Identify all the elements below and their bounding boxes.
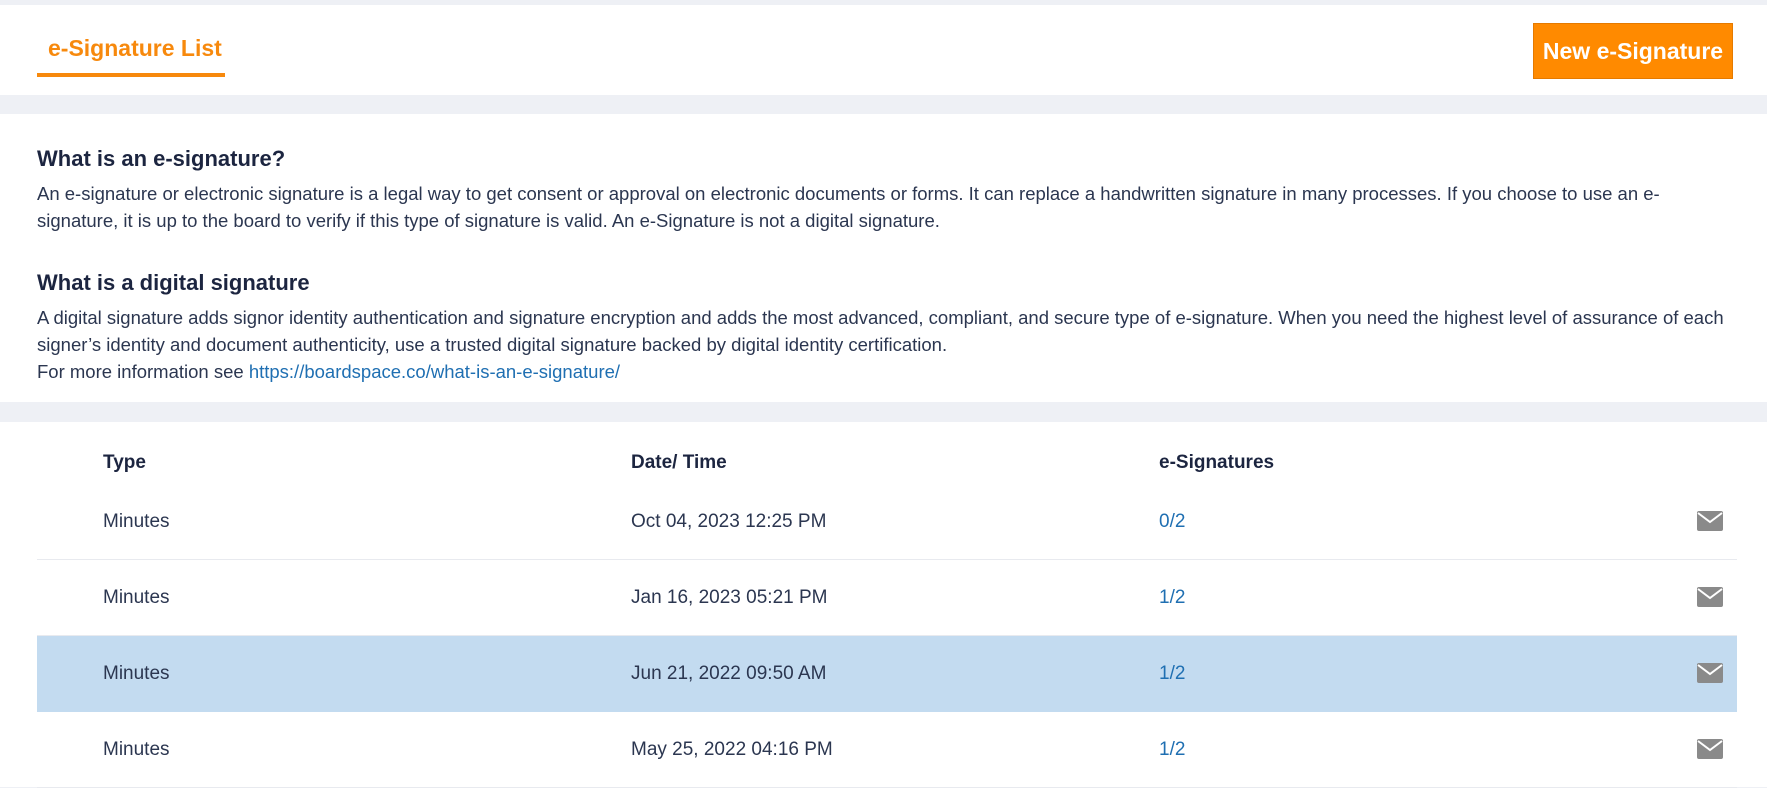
row-datetime: Oct 04, 2023 12:25 PM <box>631 511 827 532</box>
row-signatures-link[interactable]: 1/2 <box>1159 560 1185 636</box>
row-type: Minutes <box>103 663 170 684</box>
row-signatures-link[interactable]: 1/2 <box>1159 712 1185 788</box>
table-row-selected[interactable]: Minutes Jun 21, 2022 09:50 AM 1/2 <box>37 636 1737 712</box>
envelope-icon[interactable] <box>1697 739 1723 759</box>
digital-signature-heading: What is a digital signature <box>37 270 310 295</box>
row-type: Minutes <box>103 739 170 760</box>
esignature-heading: What is an e-signature? <box>37 146 286 171</box>
tab-label: e-Signature List <box>48 35 222 61</box>
envelope-icon[interactable] <box>1697 587 1723 607</box>
info-panel: What is an e-signature? An e-signature o… <box>0 114 1767 402</box>
row-signatures-link[interactable]: 1/2 <box>1159 636 1185 712</box>
table-row[interactable]: Minutes Oct 04, 2023 12:25 PM 0/2 <box>37 484 1737 560</box>
new-esignature-button[interactable]: New e-Signature <box>1533 23 1733 79</box>
row-datetime: Jan 16, 2023 05:21 PM <box>631 587 828 608</box>
esignature-table: Type Date/ Time e-Signatures Minutes Oct… <box>0 422 1767 788</box>
envelope-icon[interactable] <box>1697 663 1723 683</box>
tab-esignature-list[interactable]: e-Signature List <box>37 5 225 77</box>
column-header-datetime[interactable]: Date/ Time <box>631 452 727 474</box>
table-row[interactable]: Minutes Jan 16, 2023 05:21 PM 1/2 <box>37 560 1737 636</box>
page-header: e-Signature List New e-Signature <box>0 5 1767 95</box>
more-info-prefix: For more information see <box>37 361 249 382</box>
row-type: Minutes <box>103 511 170 532</box>
column-header-type[interactable]: Type <box>103 452 146 474</box>
more-info-link[interactable]: https://boardspace.co/what-is-an-e-signa… <box>249 361 620 382</box>
row-type: Minutes <box>103 587 170 608</box>
row-datetime: May 25, 2022 04:16 PM <box>631 739 833 760</box>
row-signatures-link[interactable]: 0/2 <box>1159 484 1185 560</box>
esignature-description: An e-signature or electronic signature i… <box>37 183 1660 231</box>
envelope-icon[interactable] <box>1697 511 1723 531</box>
digital-signature-description: A digital signature adds signor identity… <box>37 307 1724 355</box>
table-row[interactable]: Minutes May 25, 2022 04:16 PM 1/2 <box>37 712 1737 788</box>
column-header-esignatures[interactable]: e-Signatures <box>1159 452 1274 474</box>
more-info-line: For more information see https://boardsp… <box>37 358 1737 385</box>
row-datetime: Jun 21, 2022 09:50 AM <box>631 663 827 684</box>
